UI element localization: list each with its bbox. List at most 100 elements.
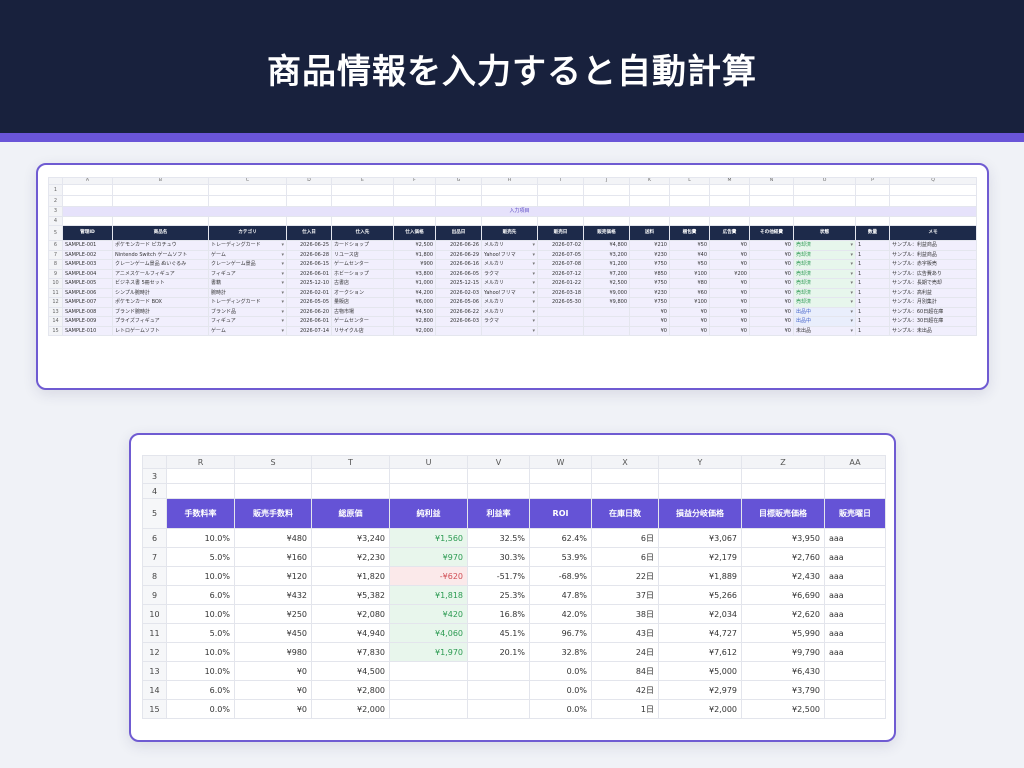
data-cell[interactable]: クレーンゲーム景品 ぬいぐるみ: [112, 259, 209, 270]
data-cell[interactable]: 0.0%: [529, 661, 592, 681]
column-letter[interactable]: C: [208, 177, 287, 185]
data-cell[interactable]: ¥3,200: [583, 249, 630, 260]
empty-cell[interactable]: [311, 468, 390, 484]
data-cell[interactable]: ホビーショップ: [331, 268, 394, 279]
data-cell[interactable]: リユース店: [331, 249, 394, 260]
data-cell[interactable]: ゲームセンター: [331, 259, 394, 270]
data-cell[interactable]: ¥4,500: [311, 661, 390, 681]
empty-cell[interactable]: [537, 215, 584, 226]
data-cell[interactable]: -51.7%: [467, 566, 530, 586]
data-cell[interactable]: ¥2,000: [393, 325, 436, 336]
empty-cell[interactable]: [591, 483, 659, 499]
empty-cell[interactable]: [793, 184, 856, 196]
column-letter[interactable]: S: [234, 455, 312, 469]
dropdown-cell[interactable]: メルカリ: [481, 306, 538, 317]
data-cell[interactable]: aaa: [824, 528, 886, 548]
column-header[interactable]: 状態: [793, 225, 856, 241]
dropdown-cell[interactable]: トレーディングカード: [208, 240, 287, 251]
dropdown-cell[interactable]: 売却済: [793, 287, 856, 298]
data-cell[interactable]: [389, 680, 468, 700]
column-header[interactable]: 販売手数料: [234, 498, 312, 529]
data-cell[interactable]: SAMPLE-001: [62, 240, 113, 251]
empty-cell[interactable]: [62, 215, 113, 226]
column-header[interactable]: 管理ID: [62, 225, 113, 241]
column-letter[interactable]: Z: [741, 455, 825, 469]
empty-cell[interactable]: [112, 215, 209, 226]
empty-cell[interactable]: [166, 468, 235, 484]
empty-cell[interactable]: [583, 215, 630, 226]
dropdown-cell[interactable]: フィギュア: [208, 268, 287, 279]
column-header[interactable]: 販売価格: [583, 225, 630, 241]
data-cell[interactable]: 1: [855, 249, 890, 260]
empty-cell[interactable]: [62, 195, 113, 207]
data-cell[interactable]: ¥50: [669, 240, 710, 251]
column-header[interactable]: 広告費: [709, 225, 750, 241]
data-cell[interactable]: ¥0: [709, 278, 750, 289]
data-cell[interactable]: 22日: [591, 566, 659, 586]
empty-cell[interactable]: [166, 483, 235, 499]
dropdown-cell[interactable]: 売却済: [793, 278, 856, 289]
data-cell[interactable]: 2026-06-03: [435, 316, 482, 327]
data-cell[interactable]: 38日: [591, 604, 659, 624]
empty-cell[interactable]: [389, 468, 468, 484]
data-cell[interactable]: ¥7,830: [311, 642, 390, 662]
data-cell[interactable]: 2026-03-18: [537, 287, 584, 298]
data-cell[interactable]: 6.0%: [166, 680, 235, 700]
data-cell[interactable]: ¥3,067: [658, 528, 742, 548]
empty-cell[interactable]: [669, 215, 710, 226]
data-cell[interactable]: ¥60: [669, 287, 710, 298]
row-number[interactable]: 4: [48, 215, 63, 226]
data-cell[interactable]: 2026-06-01: [286, 268, 332, 279]
data-cell[interactable]: 37日: [591, 585, 659, 605]
column-letter[interactable]: V: [467, 455, 530, 469]
data-cell[interactable]: 2026-06-22: [435, 306, 482, 317]
empty-cell[interactable]: [824, 483, 886, 499]
data-cell[interactable]: ¥2,800: [393, 316, 436, 327]
data-cell[interactable]: 10.0%: [166, 642, 235, 662]
data-cell[interactable]: [824, 680, 886, 700]
data-cell[interactable]: -¥620: [389, 566, 468, 586]
data-cell[interactable]: 2026-06-15: [286, 259, 332, 270]
data-cell[interactable]: ¥2,179: [658, 547, 742, 567]
data-cell[interactable]: ¥0: [234, 699, 312, 719]
column-header[interactable]: 仕入価格: [393, 225, 436, 241]
data-cell[interactable]: SAMPLE-005: [62, 278, 113, 289]
data-cell[interactable]: ¥250: [234, 604, 312, 624]
data-cell[interactable]: 2026-06-05: [435, 268, 482, 279]
column-header[interactable]: 仕入先: [331, 225, 394, 241]
column-letter[interactable]: U: [389, 455, 468, 469]
data-cell[interactable]: サンプル：広告費あり: [889, 268, 977, 279]
dropdown-cell[interactable]: ラクマ: [481, 268, 538, 279]
column-letter[interactable]: Q: [889, 177, 977, 185]
data-cell[interactable]: ¥200: [709, 268, 750, 279]
column-header[interactable]: 販売先: [481, 225, 538, 241]
row-number[interactable]: 11: [48, 287, 63, 298]
row-number[interactable]: 3: [48, 206, 63, 217]
row-number[interactable]: 15: [142, 699, 167, 719]
dropdown-cell[interactable]: 売却済: [793, 297, 856, 308]
empty-cell[interactable]: [208, 195, 287, 207]
data-cell[interactable]: SAMPLE-008: [62, 306, 113, 317]
data-cell[interactable]: [467, 680, 530, 700]
data-cell[interactable]: ¥4,500: [393, 306, 436, 317]
column-letter[interactable]: P: [855, 177, 890, 185]
column-header[interactable]: 梱包費: [669, 225, 710, 241]
data-cell[interactable]: ¥7,200: [583, 268, 630, 279]
data-cell[interactable]: 0.0%: [529, 699, 592, 719]
column-letter[interactable]: AA: [824, 455, 886, 469]
data-cell[interactable]: ¥2,620: [741, 604, 825, 624]
data-cell[interactable]: 2026-07-14: [286, 325, 332, 336]
empty-cell[interactable]: [709, 184, 750, 196]
row-number[interactable]: 12: [142, 642, 167, 662]
empty-cell[interactable]: [629, 215, 670, 226]
row-number[interactable]: 8: [48, 259, 63, 270]
data-cell[interactable]: ¥0: [629, 325, 670, 336]
data-cell[interactable]: ¥0: [234, 661, 312, 681]
column-letter[interactable]: O: [793, 177, 856, 185]
data-cell[interactable]: 2026-07-12: [537, 268, 584, 279]
data-cell[interactable]: 2026-07-08: [537, 259, 584, 270]
data-cell[interactable]: 42日: [591, 680, 659, 700]
dropdown-cell[interactable]: フィギュア: [208, 316, 287, 327]
empty-cell[interactable]: [583, 184, 630, 196]
data-cell[interactable]: [435, 325, 482, 336]
